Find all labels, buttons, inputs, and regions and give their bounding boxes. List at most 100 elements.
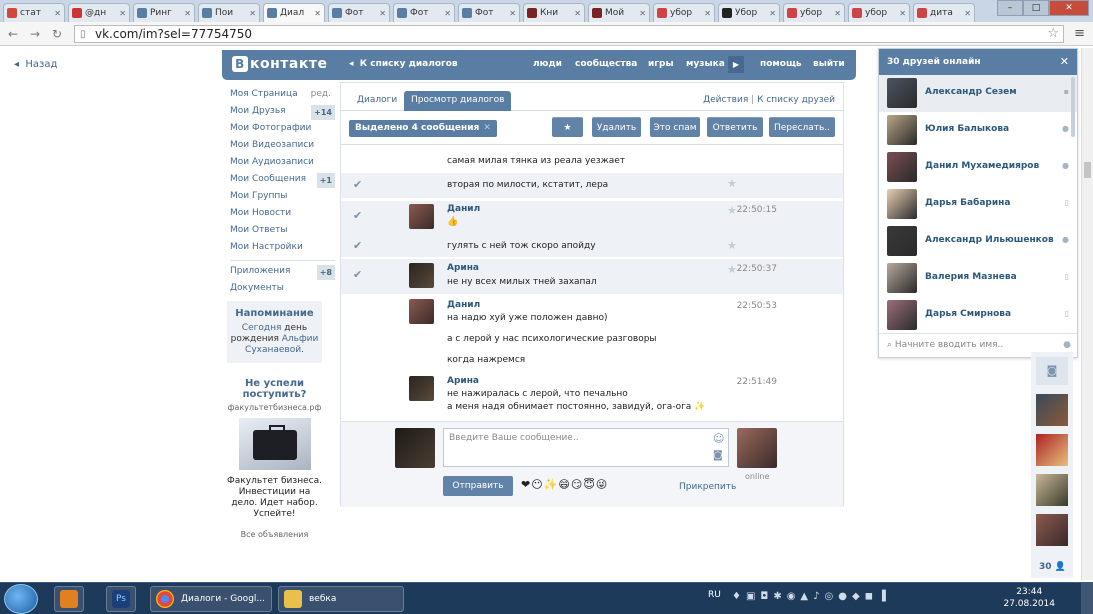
- ad-title[interactable]: Не успели поступить?: [227, 378, 322, 400]
- message-row[interactable]: ✔ Данил 22:50:15 ★ 👍 ✔ гулять с ней тож …: [341, 201, 843, 257]
- browser-tab[interactable]: Ринг ✕: [133, 3, 195, 22]
- checkmark-icon[interactable]: ✔: [353, 209, 362, 222]
- left-menu-item[interactable]: Мои Фотографии: [230, 122, 335, 139]
- my-avatar[interactable]: [395, 428, 435, 468]
- left-menu-item[interactable]: Мои Друзья +14: [230, 105, 335, 122]
- friend-row[interactable]: Дарья Смирнова ▯: [879, 297, 1077, 334]
- ad-briefcase-image[interactable]: [238, 418, 311, 470]
- browser-tab[interactable]: убор ✕: [783, 3, 845, 22]
- sender-name[interactable]: Арина: [447, 376, 479, 386]
- back-arrow-icon[interactable]: ←: [8, 27, 18, 41]
- friend-row[interactable]: Дарья Бабарина ▯: [879, 186, 1077, 223]
- friend-name[interactable]: Дарья Смирнова: [925, 309, 1011, 319]
- photoshop-taskbar-icon[interactable]: Ps: [106, 586, 136, 612]
- forward-arrow-icon[interactable]: →: [30, 27, 40, 41]
- friend-name[interactable]: Александр Сезем: [925, 87, 1017, 97]
- message-row[interactable]: ✔ Арина 22:50:37 ★ не ну всех милых тней…: [341, 259, 843, 294]
- message-row[interactable]: Данил 22:50:53 на надю хуй уже положен д…: [341, 296, 843, 376]
- url-input[interactable]: ▯ vk.com/im?sel=77754750 ☆: [74, 25, 1064, 43]
- friend-name[interactable]: Дарья Бабарина: [925, 198, 1010, 208]
- emoji-bar[interactable]: ❤😶✨😄😏😇😜: [521, 478, 608, 491]
- show-desktop-button[interactable]: [1081, 583, 1093, 614]
- counter-badge[interactable]: +8: [316, 265, 335, 280]
- left-menu-item[interactable]: Документы: [230, 282, 335, 299]
- sender-name[interactable]: Данил: [447, 204, 480, 214]
- chat-avatar[interactable]: [1036, 394, 1068, 426]
- close-tab-icon[interactable]: ✕: [509, 9, 516, 18]
- close-window-button[interactable]: ✕: [1049, 0, 1089, 16]
- sender-name[interactable]: Данил: [447, 300, 480, 310]
- nav-games[interactable]: игры: [648, 59, 674, 69]
- delete-button[interactable]: Удалить: [592, 117, 641, 137]
- browser-tab[interactable]: Фот ✕: [393, 3, 455, 22]
- reminder-today-link[interactable]: Сегодня: [242, 323, 282, 333]
- friend-name[interactable]: Юлия Балыкова: [925, 124, 1009, 134]
- tray-icons[interactable]: ♦▣◘✱◉▲♪◎●◆◼▐: [732, 591, 891, 602]
- left-menu-item[interactable]: Мои Аудиозаписи: [230, 156, 335, 173]
- avatar[interactable]: [887, 189, 917, 219]
- left-menu-item[interactable]: Моя Страница ред.: [230, 88, 335, 105]
- send-button[interactable]: Отправить: [443, 476, 513, 496]
- browser-tab[interactable]: Фот ✕: [328, 3, 390, 22]
- close-tab-icon[interactable]: ✕: [54, 9, 61, 18]
- close-tab-icon[interactable]: ✕: [704, 9, 711, 18]
- browser-tab[interactable]: убор ✕: [653, 3, 715, 22]
- star-button[interactable]: ★: [552, 117, 583, 137]
- spam-button[interactable]: Это спам: [650, 117, 700, 137]
- avatar[interactable]: [887, 226, 917, 256]
- friend-row[interactable]: Валерия Мазнева ▯: [879, 260, 1077, 297]
- vk-logo[interactable]: Вконтакте: [232, 56, 327, 72]
- avatar[interactable]: [409, 263, 434, 288]
- left-menu-item[interactable]: Мои Сообщения +1: [230, 173, 335, 190]
- close-tab-icon[interactable]: ✕: [184, 9, 191, 18]
- attach-link[interactable]: Прикрепить: [679, 482, 736, 492]
- friends-scrollbar[interactable]: [1071, 77, 1075, 137]
- close-tab-icon[interactable]: ✕: [119, 9, 126, 18]
- browser-tab[interactable]: @дн ✕: [68, 3, 130, 22]
- close-tab-icon[interactable]: ✕: [314, 9, 321, 18]
- close-icon[interactable]: ✕: [1060, 49, 1069, 75]
- tab-view-dialogs[interactable]: Просмотр диалогов: [404, 91, 512, 111]
- checkmark-icon[interactable]: ✔: [353, 268, 362, 281]
- reply-button[interactable]: Ответить: [707, 117, 763, 137]
- nav-communities[interactable]: сообщества: [575, 59, 637, 69]
- left-menu-item[interactable]: Приложения +8: [230, 265, 335, 282]
- browser-tab[interactable]: Мой ✕: [588, 3, 650, 22]
- chrome-taskbar-button[interactable]: Диалоги - Googl...: [150, 586, 272, 612]
- bookmark-star-icon[interactable]: ☆: [1047, 26, 1059, 42]
- close-tab-icon[interactable]: ✕: [379, 9, 386, 18]
- sender-name[interactable]: Арина: [447, 263, 479, 273]
- nav-help[interactable]: помощь: [760, 59, 802, 69]
- browser-tab[interactable]: Убор ✕: [718, 3, 780, 22]
- clock[interactable]: 23:44 27.08.2014: [1003, 586, 1055, 610]
- nav-music[interactable]: музыка: [686, 59, 725, 69]
- avatar[interactable]: [409, 376, 434, 401]
- checkmark-icon[interactable]: ✔: [353, 239, 362, 252]
- close-tab-icon[interactable]: ✕: [899, 9, 906, 18]
- media-player-taskbar-icon[interactable]: [54, 586, 84, 612]
- left-menu-item[interactable]: Мои Видеозаписи: [230, 139, 335, 156]
- friend-row[interactable]: Александр Сезем ▪: [879, 75, 1077, 112]
- close-tab-icon[interactable]: ✕: [444, 9, 451, 18]
- back-link[interactable]: ◂ Назад: [14, 59, 57, 70]
- friends-list-link[interactable]: К списку друзей: [757, 95, 835, 105]
- nav-people[interactable]: люди: [533, 59, 562, 69]
- counter-badge[interactable]: +14: [311, 105, 335, 120]
- online-count[interactable]: 30 👤: [1039, 562, 1066, 572]
- clear-selection-icon[interactable]: ✕: [483, 123, 491, 133]
- reload-icon[interactable]: ↻: [52, 27, 62, 41]
- favorite-star-icon[interactable]: ★: [727, 177, 737, 190]
- camera-icon[interactable]: ◙: [1036, 357, 1068, 385]
- chat-avatar[interactable]: [1036, 474, 1068, 506]
- message-row[interactable]: ✔ вторая по милости, кстатит, лера ★: [341, 173, 843, 198]
- favorite-star-icon[interactable]: ★: [727, 239, 737, 252]
- close-tab-icon[interactable]: ✕: [769, 9, 776, 18]
- minimize-button[interactable]: –: [997, 0, 1023, 16]
- actions-link[interactable]: Действия: [703, 95, 748, 105]
- favorite-star-icon[interactable]: ★: [727, 263, 737, 276]
- browser-tab[interactable]: Диал ✕: [263, 3, 325, 22]
- checkmark-icon[interactable]: ✔: [353, 178, 362, 191]
- close-tab-icon[interactable]: ✕: [964, 9, 971, 18]
- folder-taskbar-button[interactable]: вебка: [278, 586, 404, 612]
- close-tab-icon[interactable]: ✕: [574, 9, 581, 18]
